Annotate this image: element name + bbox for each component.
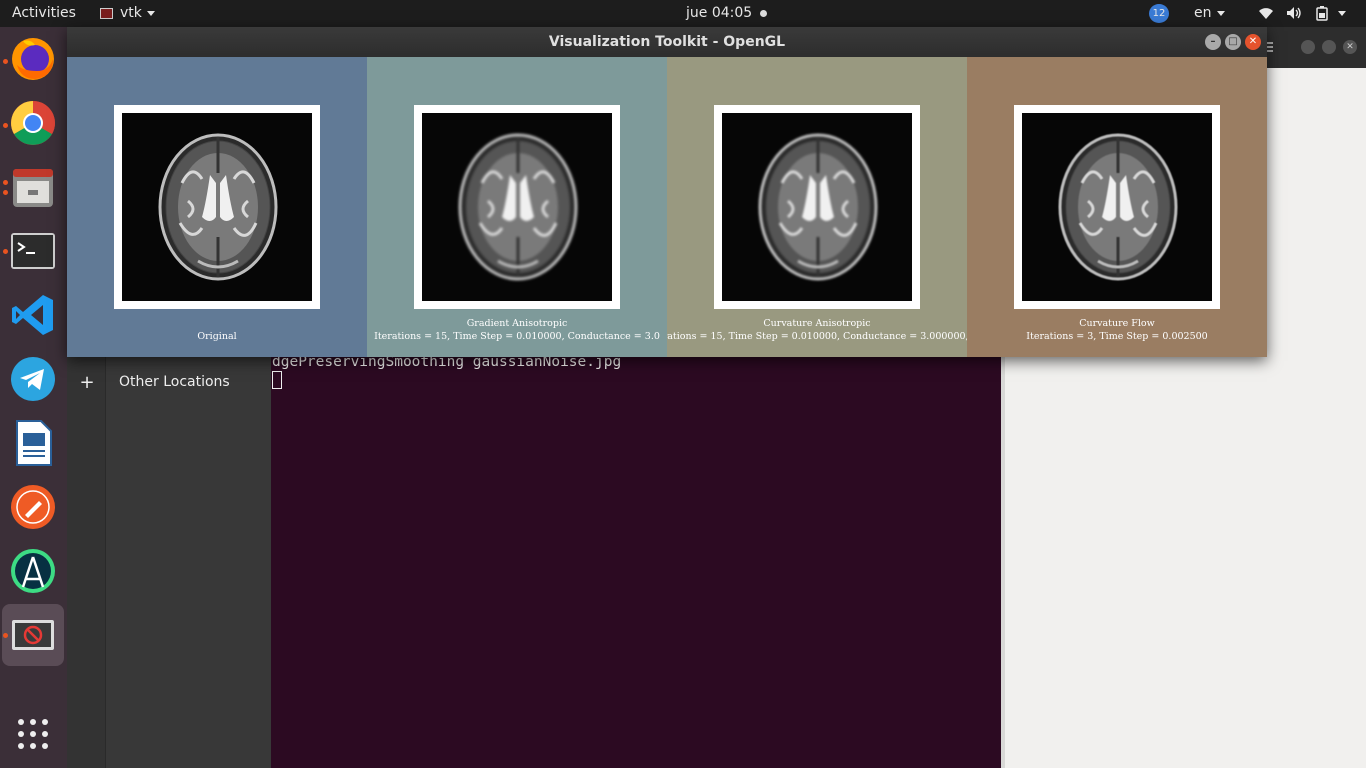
viewport-2[interactable]: Gradient Anisotropic Iterations = 15, Tim… (367, 57, 667, 357)
dock-vscode[interactable] (9, 291, 57, 339)
notification-dot-icon (759, 9, 767, 17)
app-menu[interactable]: vtk (100, 0, 155, 27)
dock-chrome[interactable] (9, 99, 57, 147)
viewport-3[interactable]: Curvature Anisotropic Iterations = 15, Ti… (667, 57, 967, 357)
activities-button[interactable]: Activities (12, 0, 76, 27)
viewport-subtitle: Original (197, 331, 237, 342)
firefox-icon (12, 38, 54, 80)
minimize-button[interactable]: – (1205, 34, 1221, 50)
running-indicator (3, 180, 8, 185)
image-frame (114, 105, 320, 309)
chevron-down-icon (1216, 10, 1225, 16)
volume-icon (1287, 7, 1302, 19)
dock-firefox[interactable] (9, 35, 57, 83)
wifi-icon (1259, 8, 1273, 19)
minimize-icon[interactable] (1301, 40, 1315, 54)
running-indicator (3, 633, 8, 638)
viewport-subtitle: Iterations = 15, Time Step = 0.010000, C… (374, 331, 660, 342)
mri-brain-image (1022, 113, 1212, 301)
battery-icon (1316, 5, 1328, 21)
vtk-app-icon (100, 7, 113, 19)
dock-postman[interactable] (9, 483, 57, 531)
maximize-button[interactable]: □ (1225, 34, 1241, 50)
postman-icon (11, 485, 55, 529)
maximize-icon[interactable] (1322, 40, 1336, 54)
language-selector[interactable]: en (1194, 0, 1225, 27)
telegram-icon (11, 357, 55, 401)
terminal-icon (11, 233, 55, 269)
dock-files[interactable] (9, 163, 57, 211)
chrome-icon (11, 101, 55, 145)
clock-label: jue 04:05 (686, 5, 753, 21)
viewport-subtitle: Iterations = 3, Time Step = 0.002500 (1026, 331, 1208, 342)
mri-brain-image (722, 113, 912, 301)
mri-brain-image (422, 113, 612, 301)
running-indicator (3, 123, 8, 128)
image-frame (714, 105, 920, 309)
vscode-icon (12, 295, 53, 335)
window-title: Visualization Toolkit - OpenGL (548, 34, 786, 50)
viewport-title: Curvature Anisotropic (763, 318, 871, 329)
dock (0, 27, 67, 768)
add-location-button[interactable]: + (78, 372, 96, 394)
system-menu[interactable] (1258, 0, 1347, 27)
app-menu-label: vtk (120, 5, 142, 21)
image-frame (1014, 105, 1220, 309)
running-indicator (3, 59, 8, 64)
viewport-title: Gradient Anisotropic (466, 318, 568, 329)
dock-terminal[interactable] (9, 227, 57, 275)
viewport-4[interactable]: Curvature Flow Iterations = 3, Time Step … (967, 57, 1267, 357)
chevron-down-icon (1338, 10, 1347, 16)
language-label: en (1194, 5, 1212, 21)
chevron-down-icon (146, 10, 155, 16)
terminal-cursor (272, 371, 282, 389)
clock[interactable]: jue 04:05 (686, 0, 767, 27)
notification-badge[interactable]: 12 (1149, 4, 1169, 23)
top-bar: Activities vtk jue 04:05 12 en (0, 0, 1366, 27)
show-apps-icon (18, 719, 48, 749)
close-button[interactable]: ✕ (1245, 34, 1261, 50)
viewport-subtitle: Iterations = 15, Time Step = 0.010000, C… (667, 331, 967, 342)
running-indicator (3, 190, 8, 195)
other-locations-item[interactable]: Other Locations (119, 374, 230, 390)
image-frame (414, 105, 620, 309)
running-indicator (3, 249, 8, 254)
dock-libreoffice-writer[interactable] (9, 419, 57, 467)
vtk-window-titlebar[interactable]: Visualization Toolkit - OpenGL – □ ✕ (67, 27, 1267, 57)
vtk-window-icon (12, 620, 54, 650)
android-studio-icon (11, 549, 55, 593)
vtk-window[interactable]: Visualization Toolkit - OpenGL – □ ✕ Ori… (67, 27, 1267, 357)
files-icon (13, 169, 53, 207)
dock-vtk-window[interactable] (2, 604, 64, 666)
mri-brain-image (122, 113, 312, 301)
viewport-1[interactable]: Original (67, 57, 367, 357)
close-icon[interactable]: ✕ (1343, 40, 1357, 54)
dock-telegram[interactable] (9, 355, 57, 403)
background-window-titlebar: ✕ (1255, 27, 1366, 68)
dock-show-apps[interactable] (9, 710, 57, 758)
libreoffice-writer-icon (16, 420, 52, 466)
dock-android-studio[interactable] (9, 547, 57, 595)
viewport-title: Curvature Flow (1079, 318, 1155, 329)
